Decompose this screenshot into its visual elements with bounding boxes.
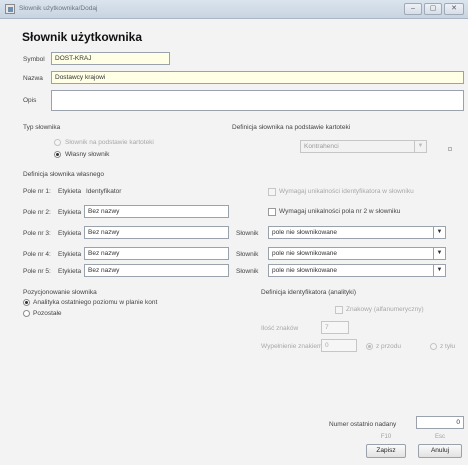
description-input[interactable] xyxy=(51,90,464,111)
field1-value: Identyfikator xyxy=(86,188,122,195)
id-definition-title: Definicja identyfikatora (analityki) xyxy=(261,289,357,296)
title-bar: Słownik użytkownika/Dodaj ‒ ▢ ✕ xyxy=(0,0,468,19)
char-count-label: Ilość znaków xyxy=(261,325,299,332)
minimize-button[interactable]: ‒ xyxy=(404,3,422,15)
f10-hint: F10 xyxy=(380,434,392,440)
radio-other-label: Pozostałe xyxy=(33,310,62,317)
save-button[interactable]: Zapisz xyxy=(366,444,406,458)
card-source-select[interactable]: Kontrahenci ▼ xyxy=(300,140,427,153)
radio-fill-back-label: z tyłu xyxy=(440,343,456,350)
radio-fill-front[interactable] xyxy=(366,343,373,350)
last-number-label: Numer ostatnio nadany xyxy=(329,421,397,428)
dictionary-type-title: Typ słownika xyxy=(23,124,61,131)
unique-field2-checkbox-label: Wymagaj unikalności pola nr 2 w słowniku xyxy=(279,208,401,215)
field1-label: Pole nr 1: xyxy=(23,188,51,195)
last-number-input[interactable]: 0 xyxy=(416,416,464,429)
fill-char-label: Wypełnienie znakiem xyxy=(261,343,323,350)
field3-label: Pole nr 3: xyxy=(23,230,51,237)
radio-other[interactable] xyxy=(23,310,30,317)
field5-input[interactable]: Bez nazwy xyxy=(84,264,229,277)
slownik4-select[interactable]: pole nie słownikowane ▼ xyxy=(268,247,446,260)
positioning-title: Pozycjonowanie słownika xyxy=(23,289,97,296)
field5-etykieta: Etykieta xyxy=(58,268,82,275)
window-title: Słownik użytkownika/Dodaj xyxy=(19,5,98,12)
radio-card-dictionary[interactable] xyxy=(54,139,61,146)
unique-id-checkbox-label: Wymagaj unikalności identyfikatora w sło… xyxy=(279,188,414,195)
slownik3-value: pole nie słownikowane xyxy=(272,229,338,236)
card-definition-title: Definicja słownika na podstawie kartotek… xyxy=(232,124,351,131)
radio-card-dictionary-label: Słownik na podstawie kartoteki xyxy=(65,139,154,146)
alphanumeric-checkbox[interactable] xyxy=(335,306,343,314)
cancel-button[interactable]: Anuluj xyxy=(418,444,462,458)
chevron-down-icon: ▼ xyxy=(414,141,426,152)
radio-own-dictionary[interactable] xyxy=(54,151,61,158)
alphanumeric-checkbox-label: Znakowy (alfanumeryczny) xyxy=(346,306,424,313)
field3-etykieta: Etykieta xyxy=(58,230,82,237)
field2-etykieta: Etykieta xyxy=(58,209,82,216)
symbol-input[interactable]: DOST-KRAJ xyxy=(51,52,170,65)
fill-char-input[interactable]: 0 xyxy=(321,339,357,352)
chevron-down-icon: ▼ xyxy=(433,265,445,276)
name-label: Nazwa xyxy=(23,75,43,82)
app-icon xyxy=(5,4,15,14)
symbol-label: Symbol xyxy=(23,56,45,63)
radio-analytics[interactable] xyxy=(23,299,30,306)
field4-label: Pole nr 4: xyxy=(23,251,51,258)
own-definition-title: Definicja słownika własnego xyxy=(23,171,104,178)
radio-analytics-label: Analityka ostatniego poziomu w planie ko… xyxy=(33,299,158,306)
slownik4-label: Słownik xyxy=(236,251,259,258)
slownik4-value: pole nie słownikowane xyxy=(272,250,338,257)
slownik3-select[interactable]: pole nie słownikowane ▼ xyxy=(268,226,446,239)
field4-input[interactable]: Bez nazwy xyxy=(84,247,229,260)
field4-etykieta: Etykieta xyxy=(58,251,82,258)
radio-fill-back[interactable] xyxy=(430,343,437,350)
name-input[interactable]: Dostawcy krajowi xyxy=(51,71,464,84)
esc-hint: Esc xyxy=(434,434,445,440)
slownik5-select[interactable]: pole nie słownikowane ▼ xyxy=(268,264,446,277)
field1-etykieta: Etykieta xyxy=(58,188,82,195)
field3-input[interactable]: Bez nazwy xyxy=(84,226,229,239)
field2-input[interactable]: Bez nazwy xyxy=(84,205,229,218)
char-count-input[interactable]: 7 xyxy=(321,321,349,334)
maximize-button[interactable]: ▢ xyxy=(424,3,442,15)
close-button[interactable]: ✕ xyxy=(444,3,464,15)
chevron-down-icon: ▼ xyxy=(433,248,445,259)
info-icon xyxy=(448,147,452,151)
chevron-down-icon: ▼ xyxy=(433,227,445,238)
slownik5-label: Słownik xyxy=(236,268,259,275)
slownik5-value: pole nie słownikowane xyxy=(272,267,338,274)
radio-fill-front-label: z przodu xyxy=(376,343,401,350)
card-source-value: Kontrahenci xyxy=(304,143,339,150)
description-label: Opis xyxy=(23,97,37,104)
radio-own-dictionary-label: Własny słownik xyxy=(65,151,110,158)
unique-id-checkbox[interactable] xyxy=(268,188,276,196)
slownik3-label: Słownik xyxy=(236,230,259,237)
page-title: Słownik użytkownika xyxy=(22,30,143,44)
field5-label: Pole nr 5: xyxy=(23,268,51,275)
field2-label: Pole nr 2: xyxy=(23,209,51,216)
unique-field2-checkbox[interactable] xyxy=(268,208,276,216)
